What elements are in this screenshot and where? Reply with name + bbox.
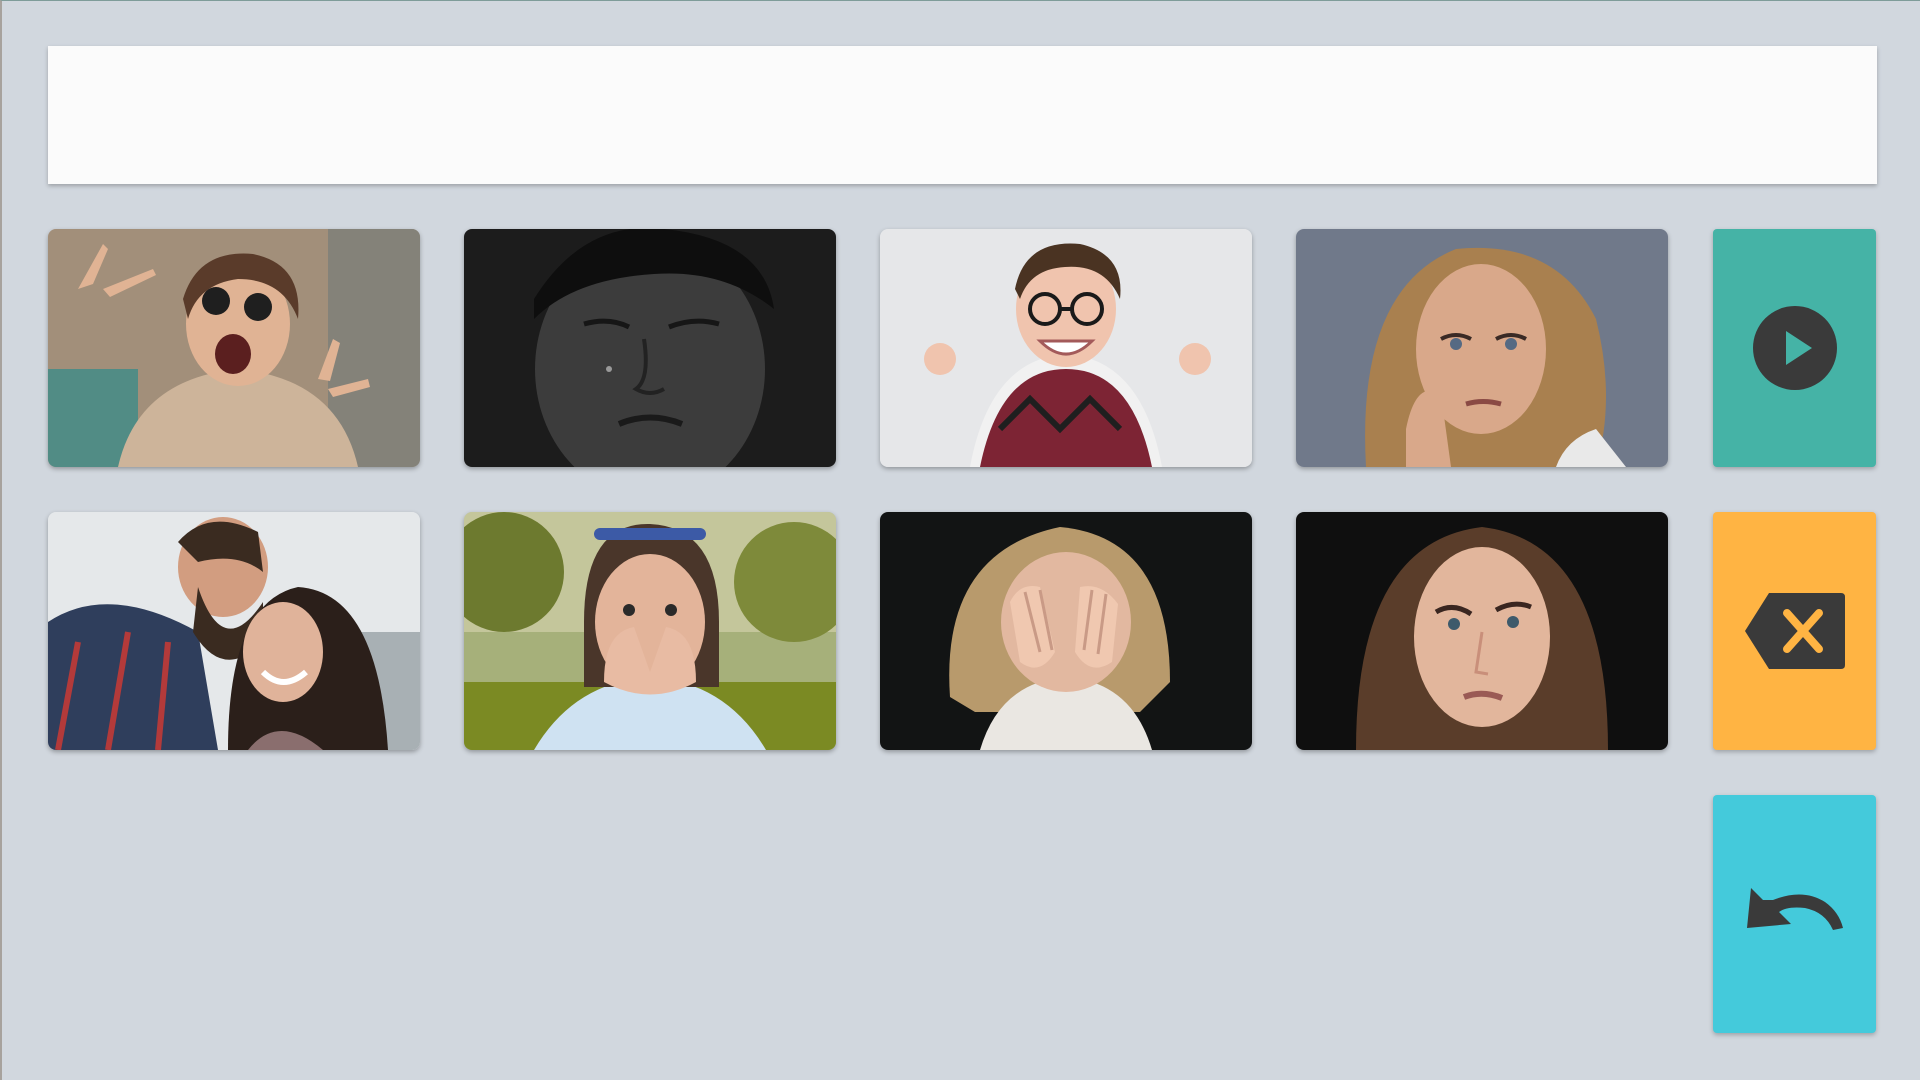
love-couple-photo-icon <box>48 512 420 750</box>
sad-face-photo-icon <box>464 229 836 467</box>
tile-happy[interactable] <box>880 229 1252 467</box>
backspace-icon <box>1744 593 1845 669</box>
excited-face-photo-icon <box>48 229 420 467</box>
tile-bored[interactable] <box>1296 229 1668 467</box>
tile-shy[interactable] <box>880 512 1252 750</box>
confused-face-photo-icon <box>1296 512 1668 750</box>
board-app <box>0 0 1920 1080</box>
tile-sad[interactable] <box>464 229 836 467</box>
undo-icon <box>1746 888 1843 930</box>
backspace-button[interactable] <box>1713 512 1876 750</box>
shy-child-photo-icon <box>880 512 1252 750</box>
tile-confused[interactable] <box>1296 512 1668 750</box>
undo-button[interactable] <box>1713 795 1876 1033</box>
happy-face-photo-icon <box>880 229 1252 467</box>
play-icon <box>1752 306 1837 390</box>
tile-excited[interactable] <box>48 229 420 467</box>
tile-love[interactable] <box>48 512 420 750</box>
message-output-bar[interactable] <box>48 46 1877 184</box>
tile-surprised[interactable] <box>464 512 836 750</box>
surprised-face-photo-icon <box>464 512 836 750</box>
bored-face-photo-icon <box>1296 229 1668 467</box>
play-button[interactable] <box>1713 229 1876 467</box>
